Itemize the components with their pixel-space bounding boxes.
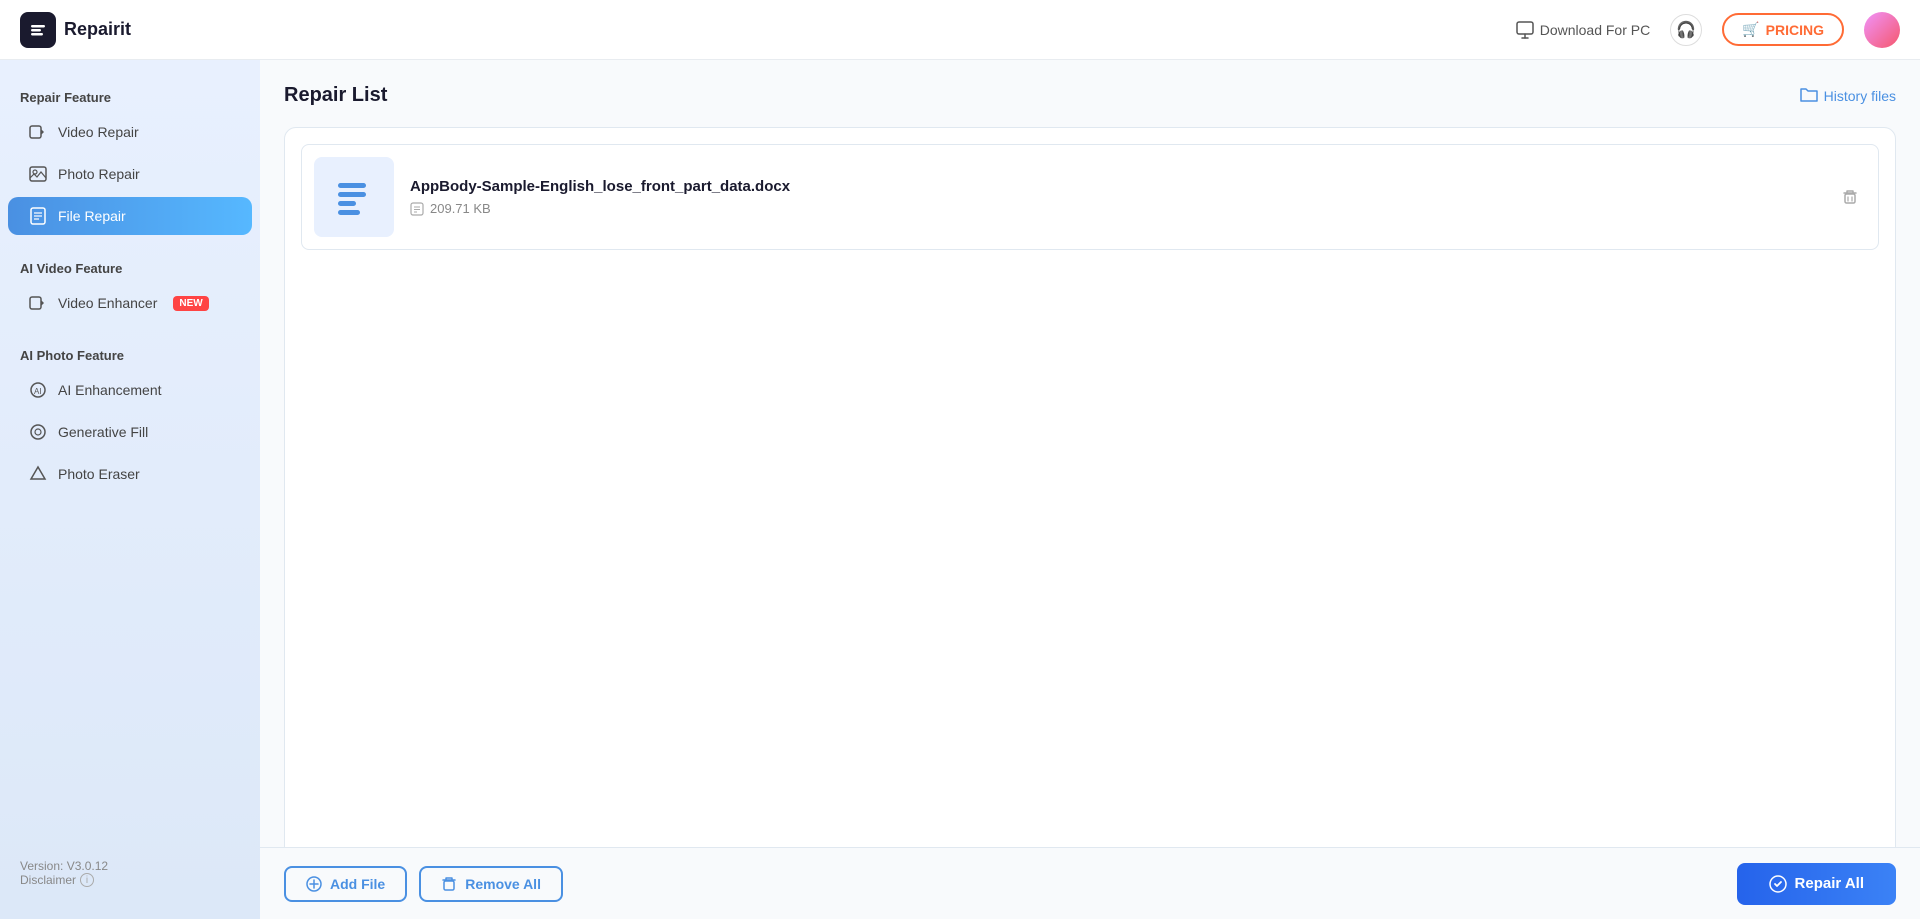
sidebar-item-label: Video Repair <box>58 124 139 140</box>
cart-icon: 🛒 <box>1742 21 1759 38</box>
file-repair-icon <box>28 207 48 225</box>
file-thumbnail <box>314 157 394 237</box>
sidebar-item-video-enhancer[interactable]: Video Enhancer NEW <box>8 284 252 322</box>
file-card: AppBody-Sample-English_lose_front_part_d… <box>301 144 1879 250</box>
file-size-icon <box>410 202 424 216</box>
user-avatar[interactable] <box>1864 12 1900 48</box>
photo-repair-icon <box>28 165 48 183</box>
sidebar-item-label: File Repair <box>58 208 126 224</box>
sidebar-item-label: Video Enhancer <box>58 295 157 311</box>
sidebar-item-label: Photo Eraser <box>58 466 140 482</box>
sidebar-item-generative-fill[interactable]: Generative Fill <box>8 413 252 451</box>
add-icon <box>306 876 322 892</box>
main-content: Repair List History files <box>260 60 1920 919</box>
svg-text:AI: AI <box>34 387 42 396</box>
topbar: Repairit Download For PC 🎧 🛒 PRICING <box>0 0 1920 60</box>
new-badge: NEW <box>173 296 208 311</box>
sidebar-item-label: Generative Fill <box>58 424 148 440</box>
remove-all-label: Remove All <box>465 876 541 892</box>
sidebar-item-photo-eraser[interactable]: Photo Eraser <box>8 455 252 493</box>
history-files-button[interactable]: History files <box>1800 85 1896 106</box>
repair-all-label: Repair All <box>1795 875 1864 892</box>
file-meta: 209.71 KB <box>410 201 1818 216</box>
file-name: AppBody-Sample-English_lose_front_part_d… <box>410 178 1818 195</box>
app-name: Repairit <box>64 19 131 40</box>
add-file-button[interactable]: Add File <box>284 866 407 902</box>
sidebar: Repair Feature Video Repair Photo Repair… <box>0 60 260 919</box>
pricing-label: PRICING <box>1766 22 1824 38</box>
download-pc-button[interactable]: Download For PC <box>1516 21 1651 39</box>
main-layout: Repair Feature Video Repair Photo Repair… <box>0 60 1920 919</box>
headset-icon: 🎧 <box>1676 20 1696 40</box>
sidebar-item-ai-enhancement[interactable]: AI AI Enhancement <box>8 371 252 409</box>
ai-video-section-label: AI Video Feature <box>0 251 260 282</box>
trash-icon <box>1841 188 1859 206</box>
app-logo-icon <box>20 12 56 48</box>
content-header: Repair List History files <box>284 84 1896 107</box>
pricing-button[interactable]: 🛒 PRICING <box>1722 13 1844 46</box>
sidebar-bottom: Version: V3.0.12 Disclaimer i <box>0 847 260 899</box>
ai-enhancement-icon: AI <box>28 381 48 399</box>
add-file-label: Add File <box>330 876 385 892</box>
monitor-icon <box>1516 21 1534 39</box>
repair-all-button[interactable]: Repair All <box>1737 863 1896 905</box>
help-button[interactable]: 🎧 <box>1670 14 1702 46</box>
sidebar-item-photo-repair[interactable]: Photo Repair <box>8 155 252 193</box>
history-files-label: History files <box>1824 88 1896 104</box>
delete-file-button[interactable] <box>1834 181 1866 213</box>
remove-all-button[interactable]: Remove All <box>419 866 563 902</box>
sidebar-item-label: Photo Repair <box>58 166 140 182</box>
file-list-container: AppBody-Sample-English_lose_front_part_d… <box>284 127 1896 895</box>
doc-icon <box>330 171 378 223</box>
disclaimer-button[interactable]: Disclaimer i <box>20 873 240 887</box>
repair-section-label: Repair Feature <box>0 80 260 111</box>
info-icon: i <box>80 873 94 887</box>
sidebar-item-file-repair[interactable]: File Repair <box>8 197 252 235</box>
footer-bar: Add File Remove All Repair All <box>260 847 1920 919</box>
download-pc-label: Download For PC <box>1540 22 1651 38</box>
trash-all-icon <box>441 876 457 892</box>
logo-area: Repairit <box>20 12 280 48</box>
page-title: Repair List <box>284 84 387 107</box>
version-label: Version: V3.0.12 <box>20 859 240 873</box>
file-size: 209.71 KB <box>430 201 491 216</box>
repair-icon <box>1769 875 1787 893</box>
folder-icon <box>1800 85 1818 106</box>
generative-fill-icon <box>28 423 48 441</box>
disclaimer-label: Disclaimer <box>20 873 76 887</box>
video-repair-icon <box>28 123 48 141</box>
ai-photo-section-label: AI Photo Feature <box>0 338 260 369</box>
topbar-right: Download For PC 🎧 🛒 PRICING <box>1516 12 1900 48</box>
file-info: AppBody-Sample-English_lose_front_part_d… <box>410 178 1818 216</box>
photo-eraser-icon <box>28 465 48 483</box>
sidebar-item-video-repair[interactable]: Video Repair <box>8 113 252 151</box>
sidebar-item-label: AI Enhancement <box>58 382 162 398</box>
video-enhancer-icon <box>28 294 48 312</box>
